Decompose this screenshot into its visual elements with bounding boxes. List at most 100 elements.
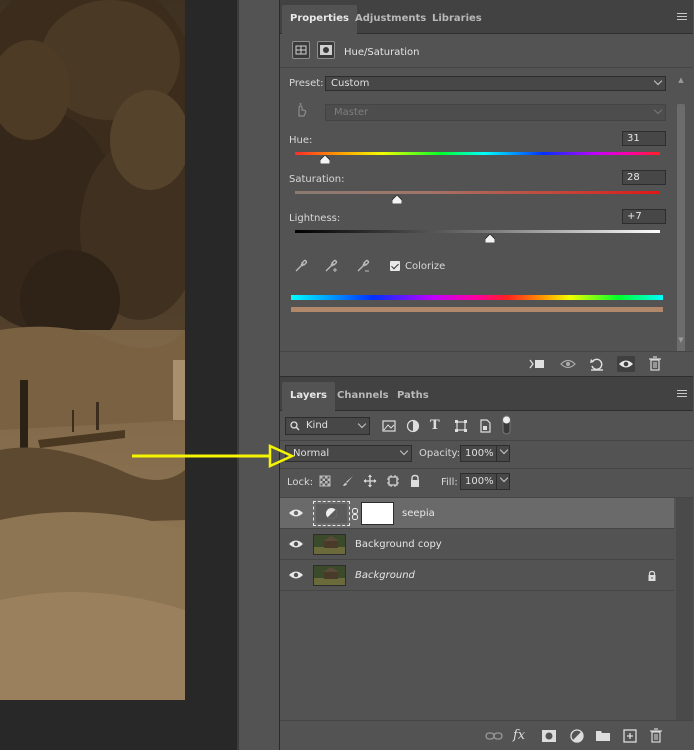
layer-filter-value: Kind xyxy=(306,420,329,431)
layer-filter-dropdown[interactable]: Kind xyxy=(285,417,370,435)
channel-value: Master xyxy=(334,107,369,118)
chevron-down-icon xyxy=(653,105,663,115)
lightness-label: Lightness: xyxy=(289,213,341,224)
eyedropper-icon[interactable] xyxy=(293,258,309,274)
colorized-result-bar xyxy=(291,307,663,312)
tab-paths[interactable]: Paths xyxy=(389,382,437,411)
layer-thumbnail[interactable] xyxy=(313,534,346,555)
colorize-checkbox[interactable] xyxy=(390,261,400,271)
opacity-label: Opacity: xyxy=(419,448,461,459)
visibility-eye-icon[interactable] xyxy=(288,569,304,581)
tab-properties[interactable]: Properties xyxy=(282,5,357,34)
saturation-slider-track[interactable] xyxy=(295,191,660,194)
view-previous-state-icon[interactable] xyxy=(559,356,577,372)
visibility-eye-icon[interactable] xyxy=(288,507,304,519)
add-mask-icon[interactable] xyxy=(540,728,558,744)
new-group-icon[interactable] xyxy=(594,728,612,744)
delete-adjustment-icon[interactable] xyxy=(646,356,664,372)
adjustment-title: Hue/Saturation xyxy=(344,47,420,58)
properties-footer xyxy=(280,351,693,376)
layer-row-background[interactable]: Background xyxy=(280,560,674,591)
lock-position-icon[interactable] xyxy=(363,474,377,488)
preset-label: Preset: xyxy=(289,78,324,89)
filter-adjustment-icon[interactable] xyxy=(406,419,420,433)
filter-toggle-switch[interactable] xyxy=(502,415,511,435)
opacity-value: 100% xyxy=(465,448,494,459)
visibility-eye-icon[interactable] xyxy=(288,538,304,550)
hue-slider-track[interactable] xyxy=(295,152,660,155)
filter-pixel-icon[interactable] xyxy=(382,419,396,433)
lock-all-icon[interactable] xyxy=(408,474,422,488)
layer-mask-icon[interactable] xyxy=(317,41,335,59)
layer-name: seepia xyxy=(402,508,435,519)
lightness-input[interactable]: +7 xyxy=(622,209,666,224)
saturation-label: Saturation: xyxy=(289,174,345,185)
filter-type-icon[interactable]: T xyxy=(430,419,444,433)
lightness-slider-thumb[interactable] xyxy=(484,233,496,244)
properties-scrollbar[interactable] xyxy=(677,104,685,366)
saturation-input[interactable]: 28 xyxy=(622,170,666,185)
tab-libraries[interactable]: Libraries xyxy=(424,5,490,34)
delete-layer-icon[interactable] xyxy=(647,728,665,744)
layers-footer: fx xyxy=(280,720,693,750)
properties-panel-menu-icon[interactable] xyxy=(677,13,687,21)
layers-tabbar: Layers Channels Paths xyxy=(280,377,693,411)
tab-layers[interactable]: Layers xyxy=(282,382,335,411)
layer-name: Background xyxy=(355,570,415,581)
layer-row-seepia[interactable]: seepia xyxy=(280,498,674,529)
link-chain-icon[interactable] xyxy=(352,508,358,520)
scroll-up-icon[interactable]: ▲ xyxy=(677,76,685,84)
saturation-slider-thumb[interactable] xyxy=(391,194,403,205)
filter-shape-icon[interactable] xyxy=(454,419,468,433)
hue-saturation-icon xyxy=(326,508,337,519)
properties-panel: Properties Adjustments Libraries Hue/Sat… xyxy=(280,0,693,376)
new-layer-icon[interactable] xyxy=(621,728,639,744)
layer-style-fx-icon[interactable]: fx xyxy=(513,728,531,744)
colorize-label: Colorize xyxy=(405,261,446,272)
hue-input[interactable]: 31 xyxy=(622,131,666,146)
layers-scrollbar[interactable] xyxy=(676,498,693,720)
lightness-slider-track[interactable] xyxy=(295,230,660,233)
filter-smart-object-icon[interactable] xyxy=(478,419,492,433)
chevron-down-icon xyxy=(399,446,409,456)
chevron-down-icon xyxy=(499,445,509,455)
preset-value: Custom xyxy=(331,78,370,89)
scroll-down-icon[interactable]: ▼ xyxy=(677,336,685,344)
hue-slider-thumb[interactable] xyxy=(319,154,331,165)
layer-thumbnail[interactable] xyxy=(313,565,346,586)
chevron-down-icon xyxy=(653,76,663,86)
search-icon xyxy=(290,421,300,431)
lock-transparent-pixels-icon[interactable] xyxy=(318,474,332,488)
layers-panel-menu-icon[interactable] xyxy=(677,390,687,398)
hue-spectrum-bar xyxy=(291,295,663,300)
chevron-down-icon xyxy=(499,473,509,483)
eyedropper-subtract-icon[interactable] xyxy=(355,258,371,274)
blend-mode-value: Normal xyxy=(293,448,330,459)
layer-row-background-copy[interactable]: Background copy xyxy=(280,529,674,560)
targeted-adjustment-hand-icon[interactable] xyxy=(293,102,309,118)
toggle-visibility-icon[interactable] xyxy=(617,356,635,372)
link-layers-icon[interactable] xyxy=(485,728,503,744)
new-adjustment-layer-icon[interactable] xyxy=(568,728,586,744)
tab-channels[interactable]: Channels xyxy=(329,382,397,411)
fill-label: Fill: xyxy=(441,477,458,488)
adjustment-thumbnail[interactable] xyxy=(313,501,350,526)
layer-name: Background copy xyxy=(355,539,442,550)
layers-panel: Layers Channels Paths Kind T Normal Opac… xyxy=(280,376,693,750)
chevron-down-icon xyxy=(357,419,367,429)
lock-image-pixels-icon[interactable] xyxy=(341,474,355,488)
clip-to-layer-icon[interactable] xyxy=(528,356,546,372)
blend-mode-dropdown[interactable]: Normal xyxy=(285,445,412,462)
lock-label: Lock: xyxy=(287,477,314,488)
document-canvas[interactable] xyxy=(0,0,237,750)
reset-icon[interactable] xyxy=(588,356,606,372)
opacity-input[interactable]: 100% xyxy=(460,445,510,462)
lock-artboard-icon[interactable] xyxy=(386,474,400,488)
fill-input[interactable]: 100% xyxy=(460,473,510,490)
preset-dropdown[interactable]: Custom xyxy=(325,76,666,91)
tab-adjustments[interactable]: Adjustments xyxy=(347,5,434,34)
adjustment-layer-icon[interactable] xyxy=(292,41,310,59)
eyedropper-add-icon[interactable] xyxy=(323,258,339,274)
layer-mask-thumbnail[interactable] xyxy=(361,502,394,525)
sepia-photo xyxy=(0,0,185,700)
